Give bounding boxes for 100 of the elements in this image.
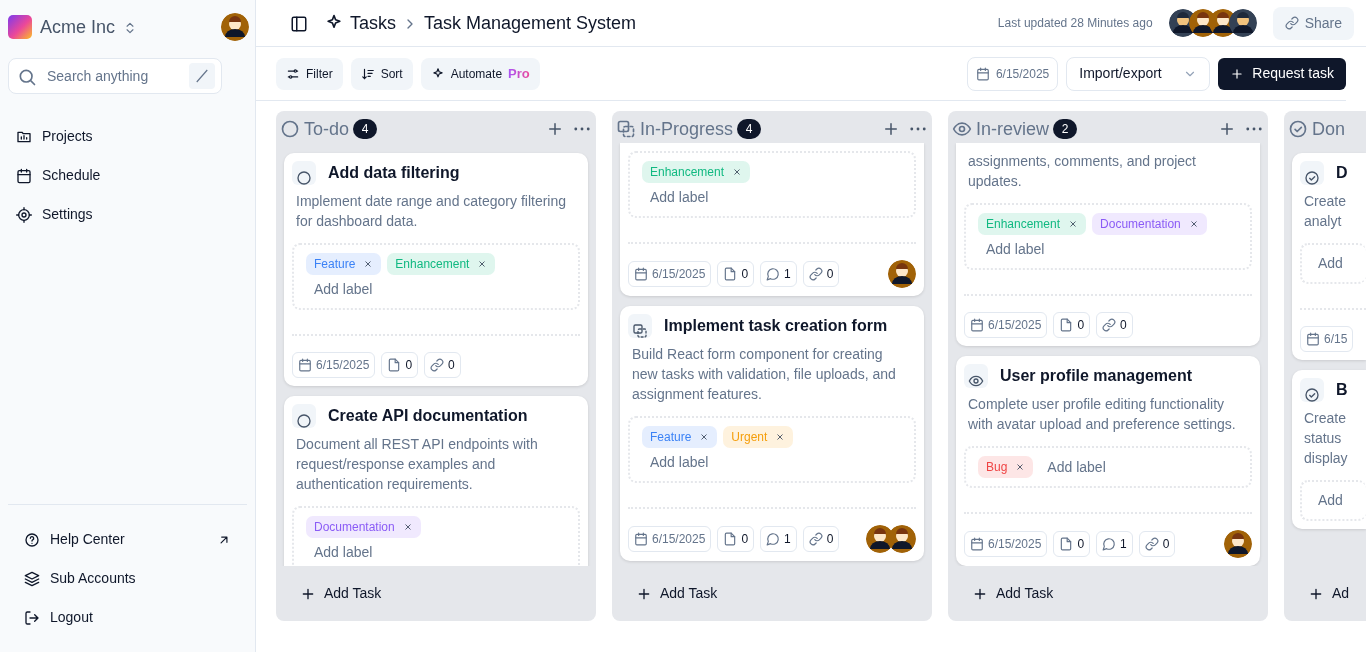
plus-icon[interactable] [1218,120,1236,138]
label-field[interactable]: Enhancement Documentation Add label [964,203,1252,270]
circle-icon [296,169,312,186]
sort-button[interactable]: Sort [350,57,413,90]
nav-link[interactable]: Schedule [8,157,109,194]
avatar-icon [888,525,916,553]
avatar-icon [221,13,249,41]
column-title: In-review [976,117,1050,141]
add-label-input[interactable]: Add label [306,279,566,300]
add-label-input[interactable]: Add label [642,187,902,208]
task-description: Create analyt [1303,192,1348,231]
remove-icon[interactable] [477,259,488,269]
due-date: 6/15 [1300,326,1354,352]
add-label-input[interactable]: Add label [978,239,1238,260]
add-task-button[interactable]: Add Task [632,583,722,604]
sort-icon [360,66,375,81]
remove-icon[interactable] [775,432,786,442]
more-icon[interactable] [574,127,590,131]
task-title: Add data filtering [328,163,460,183]
remove-icon[interactable] [1015,462,1026,472]
task-count: 4 [353,119,378,139]
add-task-button[interactable]: Add Task [296,583,386,604]
label-field[interactable]: Documentation Add label [292,506,580,566]
remove-icon[interactable] [1068,219,1079,229]
remove-icon[interactable] [402,522,413,532]
link-count: 0 [1138,531,1176,557]
add-label-input[interactable]: Add label [1039,456,1238,478]
share-button[interactable]: Share [1272,6,1354,40]
task-title: User profile management [1000,366,1193,386]
calendar-icon [298,358,312,372]
eye-icon [952,119,972,139]
attachment-count: 0 [717,261,755,287]
plus-icon[interactable] [882,120,900,138]
task-card[interactable]: assignments, comments, and project updates. Enhancement Documentation Add label 6/15/2025 0 0 [956,143,1260,346]
plus-icon[interactable] [546,120,564,138]
sidebar-toggle-icon [290,14,308,33]
help-icon [24,531,40,548]
link-icon [1102,318,1117,332]
search-input[interactable]: Search anything [45,64,181,88]
task-title: D [1336,163,1348,183]
task-description: Document all REST API endpoints with request/response examples and authentication requirements. [295,435,539,494]
task-card[interactable]: Enhancement Add label 6/15/2025 0 1 0 [620,143,924,296]
slash-key-icon [189,63,215,89]
file-icon [723,267,738,281]
task-count: 2 [1053,119,1078,139]
nav-link[interactable]: Sub Accounts [16,560,239,597]
task-card[interactable]: B Create status display Add [1292,370,1366,529]
import-export-dropdown[interactable]: Import/export [1066,56,1211,91]
date-button[interactable]: 6/15/2025 [966,56,1059,91]
remove-icon[interactable] [732,167,743,177]
file-icon [723,532,738,546]
link-icon [430,358,445,372]
due-date: 6/15/2025 [964,312,1048,338]
more-icon[interactable] [910,127,926,131]
automate-button[interactable]: Automate Pro [420,57,540,90]
link-count: 0 [802,261,840,287]
filter-button[interactable]: Filter [276,57,343,90]
nav-link[interactable]: Help Center [16,521,239,558]
column-title: Don [1312,117,1346,141]
task-description: Create status display [1303,409,1349,468]
check-circle-icon [1304,169,1320,186]
task-card[interactable]: User profile management Complete user profile editing functionality with avatar upload and preference settings. Bug Add label 6/15/2025 0 1 0 [956,356,1260,566]
task-title: Create API documentation [328,406,528,426]
file-icon [387,358,402,372]
link-icon [808,532,823,546]
tag: Feature [642,426,718,448]
remove-icon[interactable] [1188,219,1199,229]
add-task-button[interactable]: Ad [1304,583,1354,604]
settings-icon [16,206,32,223]
remove-icon[interactable] [363,259,374,269]
sliders-icon [286,66,300,81]
breadcrumb-item[interactable]: Tasks [350,9,396,37]
calendar-icon [16,167,32,184]
task-card[interactable]: Create API documentation Document all REST API endpoints with request/response examples and authentication requirements. Documentation Add label [284,396,588,566]
add-label-input[interactable]: Add [1310,490,1366,511]
nav-link[interactable]: Settings [8,196,101,233]
add-task-button[interactable]: Add Task [968,583,1058,604]
due-date: 6/15/2025 [628,261,712,287]
task-description: Complete user profile editing functionality with avatar upload and preference settings. [967,395,1237,434]
add-label-input[interactable]: Add label [306,542,566,563]
breadcrumb-item: Task Management System [424,11,637,35]
nav-link[interactable]: Projects [8,118,101,155]
attachment-count: 0 [381,352,419,378]
search-field[interactable]: Search anything [8,58,222,94]
circle-icon [280,119,300,139]
add-label-input[interactable]: Add label [642,452,902,473]
column-title: To-do [304,117,350,141]
remove-icon[interactable] [699,432,710,442]
task-card[interactable]: D Create analyt Add 6/15 [1292,153,1366,360]
tag: Documentation [306,516,421,538]
tag: Urgent [723,426,794,448]
nav-link[interactable]: Logout [16,599,239,636]
task-card[interactable]: Add data filtering Implement date range and category filtering for dashboard data. Feature Enhancement Add label 6/15/2025 0 0 [284,153,588,386]
request-task-button[interactable]: Request task [1218,57,1346,90]
workspace-name[interactable]: Acme Inc [40,13,116,41]
comment-count: 1 [1096,531,1133,557]
calendar-icon [970,537,984,551]
add-label-input[interactable]: Add [1310,253,1366,274]
task-card[interactable]: Implement task creation form Build React form component for creating new tasks with validation, file uploads, and assignment features. Feature Urgent Add label 6/15/2025 0 1 0 [620,306,924,561]
more-icon[interactable] [1246,127,1262,131]
